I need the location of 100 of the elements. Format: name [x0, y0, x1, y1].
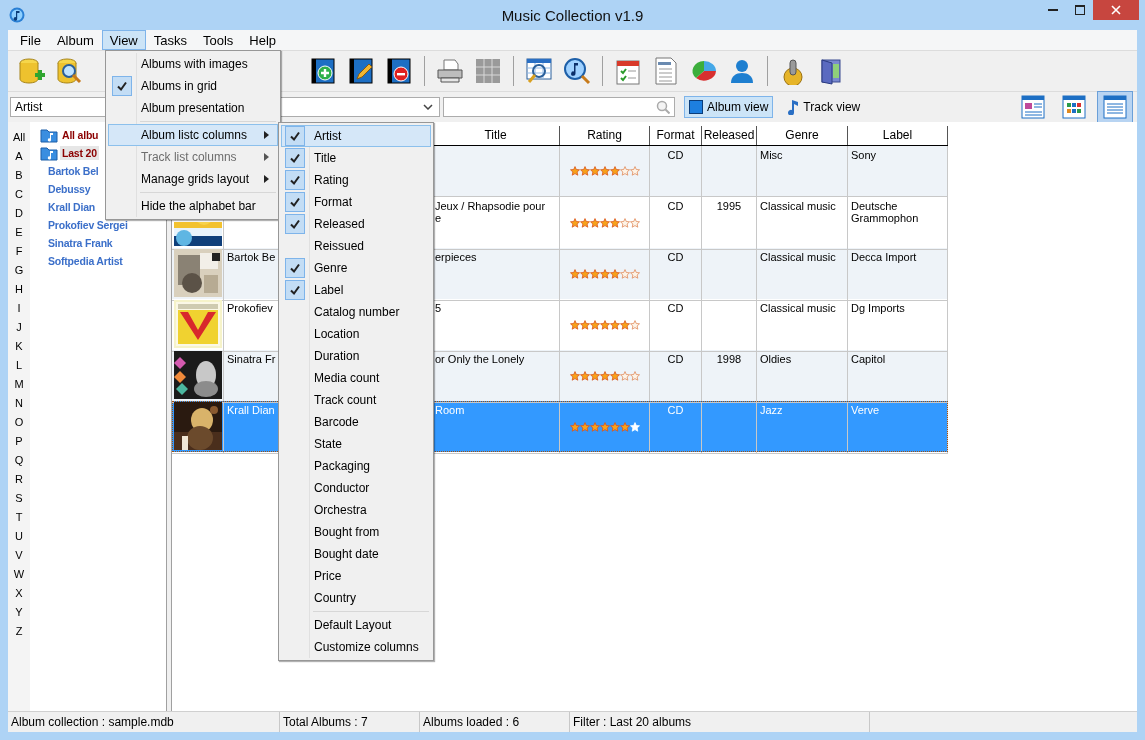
tree-item[interactable]: Debussy — [46, 182, 93, 196]
door-icon — [819, 57, 843, 85]
menu-bar-item[interactable]: File — [12, 30, 49, 50]
view-toggle[interactable]: Track view — [782, 96, 866, 118]
search-field[interactable] — [443, 97, 675, 117]
letter-link[interactable]: Q — [8, 450, 30, 469]
database-search-icon — [54, 56, 84, 86]
letter-link[interactable]: D — [8, 203, 30, 222]
menu-item[interactable]: Album presentation — [108, 97, 278, 119]
menu-bar-item[interactable]: Help — [241, 30, 285, 50]
letter-link[interactable]: C — [8, 184, 30, 203]
column-header[interactable]: Released — [702, 126, 757, 145]
letter-link[interactable]: I — [8, 298, 30, 317]
star-icon — [619, 218, 630, 228]
menu-item[interactable]: Barcode — [281, 411, 431, 433]
letter-link[interactable]: V — [8, 545, 30, 564]
menu-item[interactable]: Conductor — [281, 477, 431, 499]
menu-item[interactable]: Customize columns — [281, 636, 431, 658]
menu-item[interactable]: Artist — [281, 125, 431, 147]
letter-link[interactable]: N — [8, 393, 30, 412]
menu-item[interactable]: Price — [281, 565, 431, 587]
music-search-icon — [563, 57, 591, 85]
column-header[interactable]: Rating — [560, 126, 650, 145]
menu-item[interactable]: Title — [281, 147, 431, 169]
menu-item[interactable]: Genre — [281, 257, 431, 279]
star-icon — [579, 422, 590, 432]
column-header[interactable]: Label — [848, 126, 948, 145]
table-cell: CD — [667, 302, 684, 314]
letter-link[interactable]: O — [8, 412, 30, 431]
maximize-icon — [1074, 5, 1085, 15]
letter-link[interactable]: L — [8, 355, 30, 374]
letter-link[interactable]: P — [8, 431, 30, 450]
star-icon — [569, 269, 580, 279]
grid-view-icon — [1062, 95, 1086, 119]
menu-item[interactable]: Location — [281, 323, 431, 345]
star-icon — [599, 269, 610, 279]
menu-item[interactable]: Default Layout — [281, 614, 431, 636]
letter-link[interactable]: H — [8, 279, 30, 298]
menu-bar-item[interactable]: Tasks — [145, 30, 195, 50]
menu-item[interactable]: Label — [281, 279, 431, 301]
star-icon — [589, 269, 600, 279]
tree-item[interactable]: Bartok Bel — [46, 164, 101, 178]
letter-link[interactable]: S — [8, 488, 30, 507]
tree-item[interactable]: Last 20 — [60, 146, 99, 160]
menu-item[interactable]: Album listc columns — [108, 124, 278, 146]
menu-item[interactable]: Bought from — [281, 521, 431, 543]
grid-icon — [475, 58, 501, 84]
tree-item[interactable]: Krall Dian — [46, 200, 97, 214]
letter-link[interactable]: M — [8, 374, 30, 393]
star-icon — [589, 320, 600, 330]
menu-item[interactable]: Albums with images — [108, 53, 278, 75]
column-header[interactable]: Genre — [757, 126, 848, 145]
letter-link[interactable]: F — [8, 241, 30, 260]
column-header[interactable]: Format — [650, 126, 702, 145]
letter-link[interactable]: All — [8, 127, 30, 146]
menu-item[interactable]: Country — [281, 587, 431, 609]
calendar-icon — [615, 57, 641, 85]
table-search-icon — [525, 57, 553, 85]
letter-link[interactable]: K — [8, 336, 30, 355]
letter-link[interactable]: T — [8, 507, 30, 526]
menu-bar-item[interactable]: Tools — [195, 30, 242, 50]
table-cell: Krall Dian — [227, 404, 275, 416]
detail-view-icon — [1021, 95, 1045, 119]
view-toggle[interactable]: Album view — [684, 96, 774, 118]
letter-link[interactable]: W — [8, 564, 30, 583]
letter-link[interactable]: A — [8, 146, 30, 165]
menu-bar-item[interactable]: Album — [48, 30, 102, 50]
letter-link[interactable]: G — [8, 260, 30, 279]
tree-item[interactable]: All albu — [60, 128, 101, 142]
menu-item[interactable]: Released — [281, 213, 431, 235]
letter-link[interactable]: J — [8, 317, 30, 336]
letter-link[interactable]: X — [8, 583, 30, 602]
letter-link[interactable]: R — [8, 469, 30, 488]
menu-item[interactable]: State — [281, 433, 431, 455]
menu-item[interactable]: Rating — [281, 169, 431, 191]
letter-link[interactable]: B — [8, 165, 30, 184]
status-text: Total Albums : 7 — [283, 715, 368, 729]
menu-item[interactable]: Catalog number — [281, 301, 431, 323]
menu-item[interactable]: Bought date — [281, 543, 431, 565]
menu-bar-item[interactable]: View — [101, 30, 146, 50]
table-cell: Misc — [760, 149, 783, 161]
letter-link[interactable]: Y — [8, 602, 30, 621]
printer-icon — [436, 58, 464, 84]
menu-item[interactable]: Orchestra — [281, 499, 431, 521]
tree-item[interactable]: Softpedia Artist — [46, 254, 125, 268]
menu-item[interactable]: Packaging — [281, 455, 431, 477]
star-icon — [609, 422, 620, 432]
table-cell: Sony — [851, 149, 877, 161]
tree-item[interactable]: Prokofiev Sergei — [46, 218, 130, 232]
menu-item[interactable]: Albums in grid — [108, 75, 278, 97]
letter-link[interactable]: U — [8, 526, 30, 545]
table-cell: Classical music — [760, 251, 836, 263]
table-cell: Classical music — [760, 200, 836, 212]
letter-link[interactable]: E — [8, 222, 30, 241]
star-icon — [589, 371, 600, 381]
layout-button[interactable] — [1097, 91, 1133, 123]
tree-item[interactable]: Sinatra Frank — [46, 236, 115, 250]
menu-item[interactable]: Media count — [281, 367, 431, 389]
letter-link[interactable]: Z — [8, 621, 30, 640]
star-icon — [569, 422, 580, 432]
